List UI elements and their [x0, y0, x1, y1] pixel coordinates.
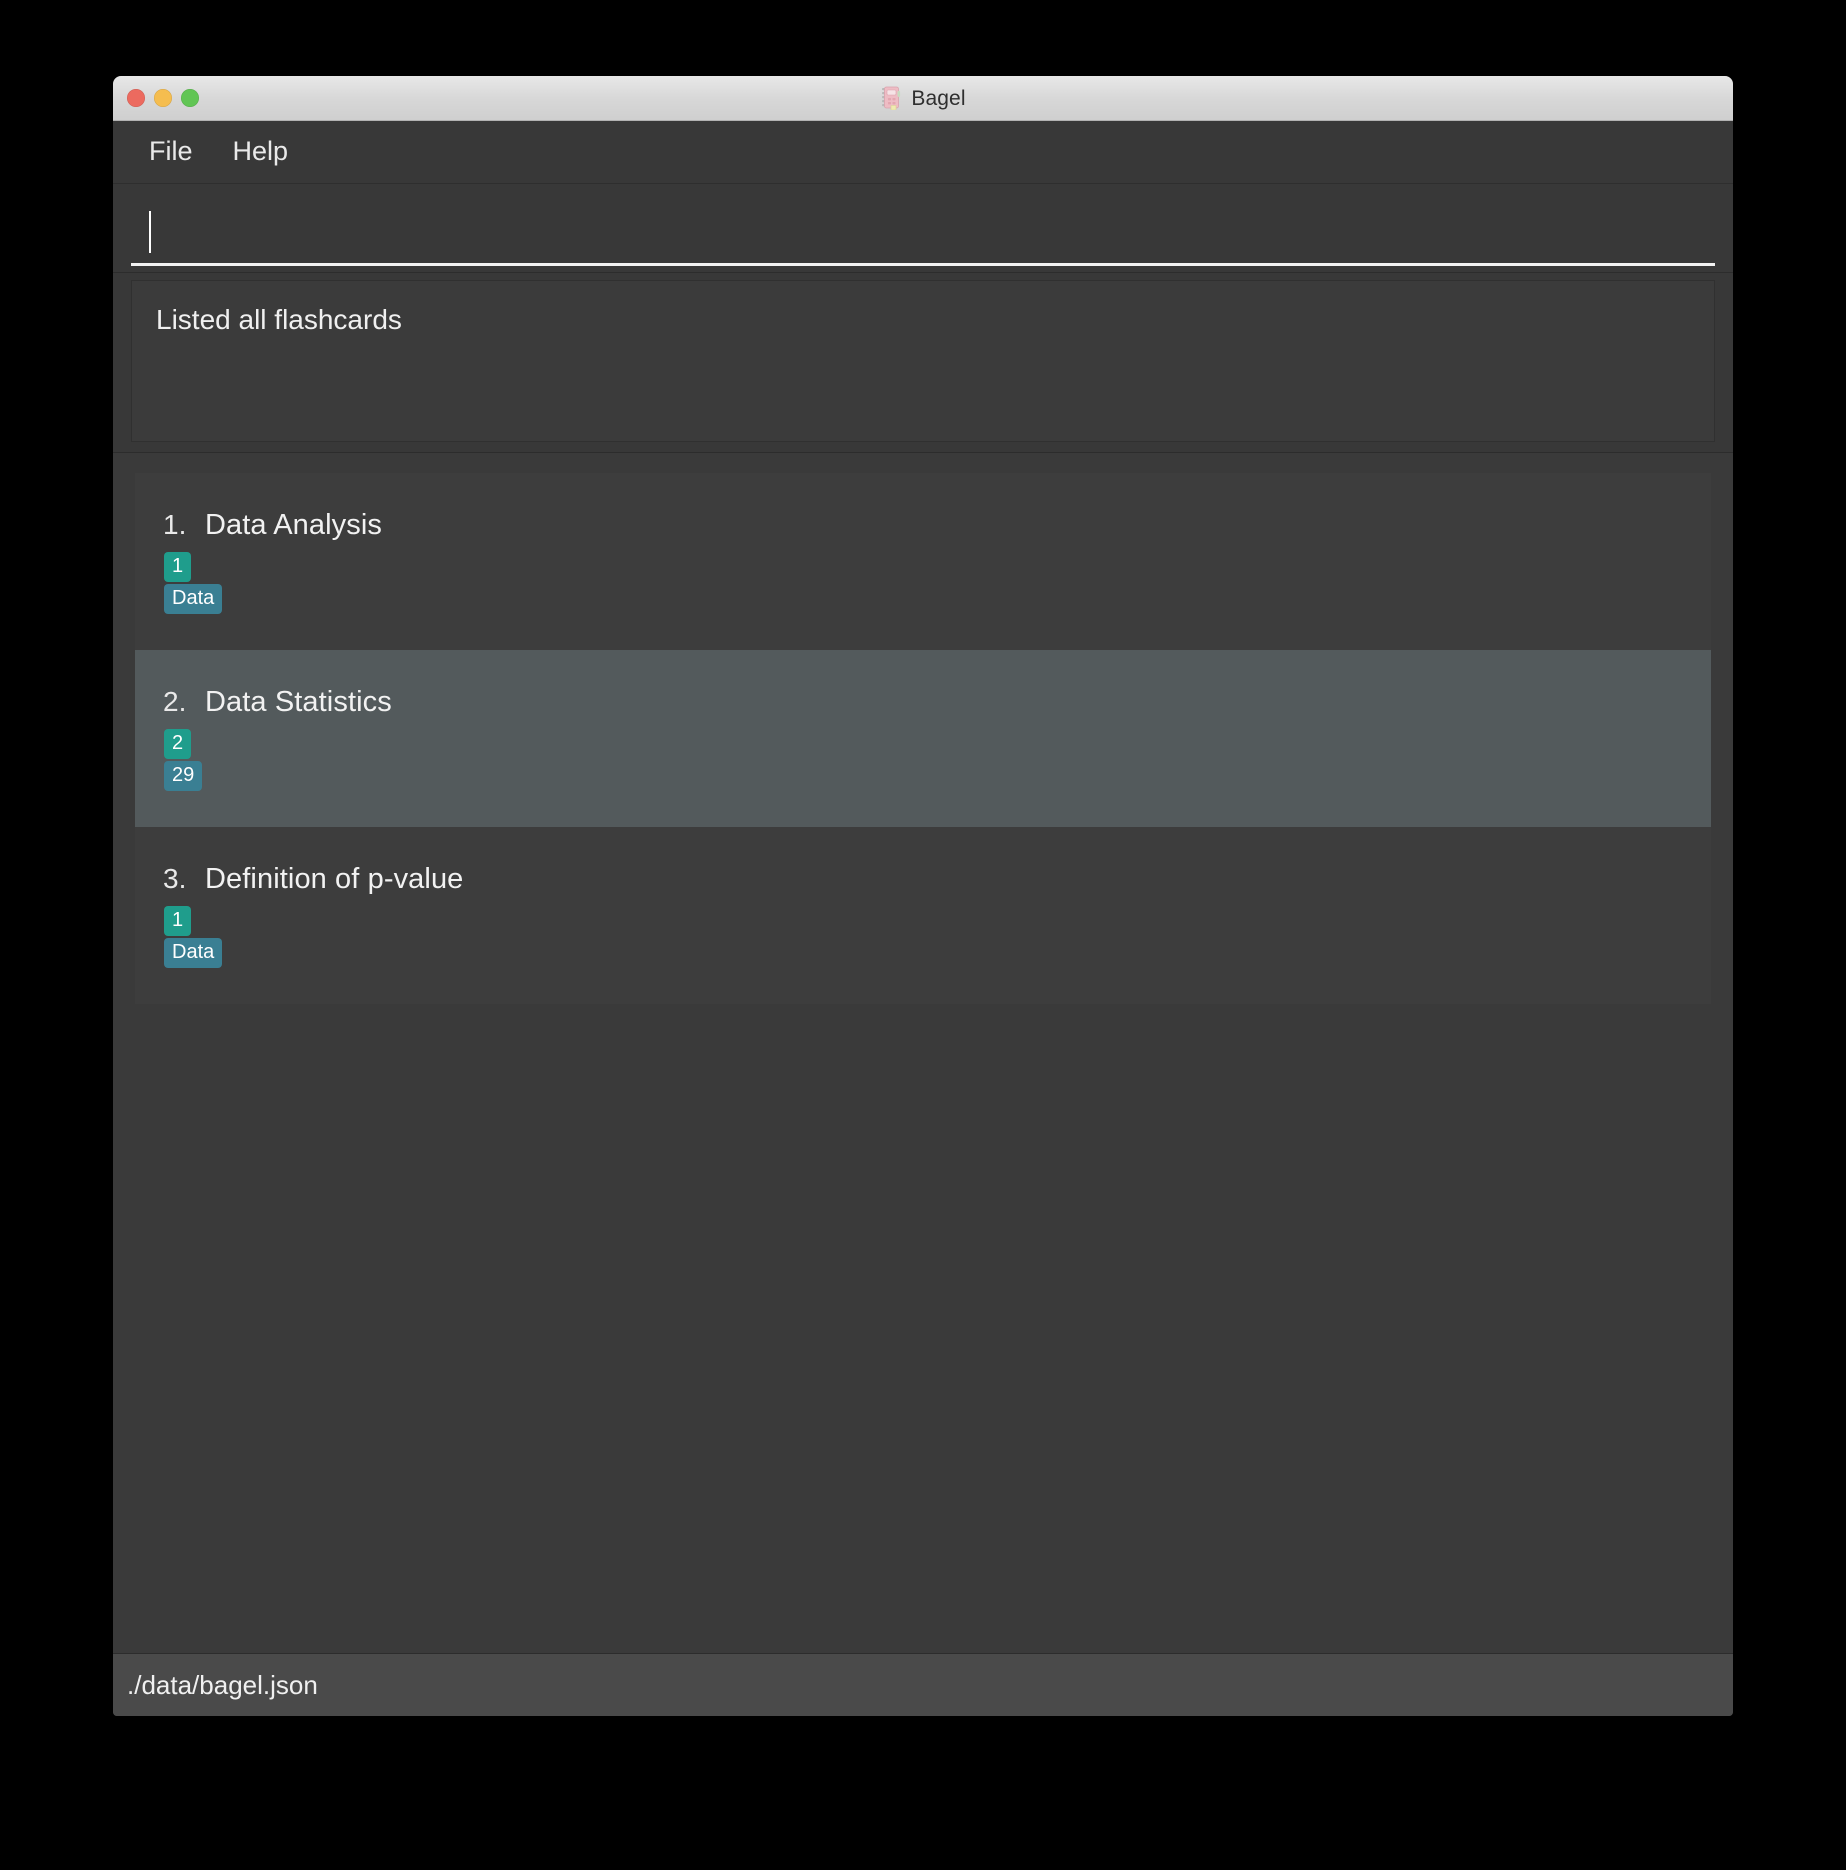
- list-item[interactable]: 2. Data Statistics 2 29: [135, 650, 1711, 827]
- title-group: Bagel: [880, 86, 966, 110]
- menu-item-file[interactable]: File: [133, 133, 209, 171]
- list-item[interactable]: 1. Data Analysis 1 Data: [135, 473, 1711, 650]
- tag-badge: Data: [164, 938, 223, 968]
- flashcard-badges: 1 Data: [163, 552, 1711, 614]
- text-caret: [149, 211, 151, 253]
- flashcard-title: Data Statistics: [205, 686, 392, 718]
- status-badge: 1: [164, 906, 192, 936]
- message-panel: Listed all flashcards: [131, 280, 1715, 442]
- application-window: Bagel File Help Listed all flashcards 1.…: [113, 76, 1733, 1716]
- maximize-button[interactable]: [181, 89, 199, 107]
- status-badge: 2: [164, 729, 192, 759]
- flashcard-list-area[interactable]: 1. Data Analysis 1 Data 2. Data Statisti…: [113, 453, 1733, 1653]
- flashcard-badges: 1 Data: [163, 906, 1711, 968]
- flashcard-index: 3.: [163, 863, 187, 894]
- flashcard-index: 1.: [163, 509, 187, 540]
- flashcard-list: 1. Data Analysis 1 Data 2. Data Statisti…: [135, 473, 1711, 1004]
- flashcard-title: Data Analysis: [205, 509, 382, 541]
- tag-badge: 29: [164, 761, 203, 791]
- status-badge: 1: [164, 552, 192, 582]
- command-input[interactable]: [131, 201, 1715, 266]
- title-bar: Bagel: [113, 76, 1733, 121]
- flashcard-heading: 3. Definition of p-value: [163, 863, 1711, 896]
- window-controls: [127, 76, 199, 120]
- message-text: Listed all flashcards: [156, 304, 402, 335]
- flashcard-notebook-icon: [880, 86, 902, 110]
- command-entry-row: [113, 184, 1733, 273]
- flashcard-heading: 1. Data Analysis: [163, 509, 1711, 542]
- list-item[interactable]: 3. Definition of p-value 1 Data: [135, 827, 1711, 1004]
- window-title: Bagel: [911, 86, 966, 110]
- flashcard-title: Definition of p-value: [205, 863, 464, 895]
- tag-badge: Data: [164, 584, 223, 614]
- menu-item-help[interactable]: Help: [217, 133, 305, 171]
- message-panel-container: Listed all flashcards: [113, 273, 1733, 453]
- status-bar: ./data/bagel.json: [113, 1653, 1733, 1716]
- flashcard-index: 2.: [163, 686, 187, 717]
- flashcard-badges: 2 29: [163, 729, 1711, 791]
- minimize-button[interactable]: [154, 89, 172, 107]
- flashcard-heading: 2. Data Statistics: [163, 686, 1711, 719]
- close-button[interactable]: [127, 89, 145, 107]
- status-file-path: ./data/bagel.json: [127, 1669, 318, 1700]
- menu-bar: File Help: [113, 121, 1733, 184]
